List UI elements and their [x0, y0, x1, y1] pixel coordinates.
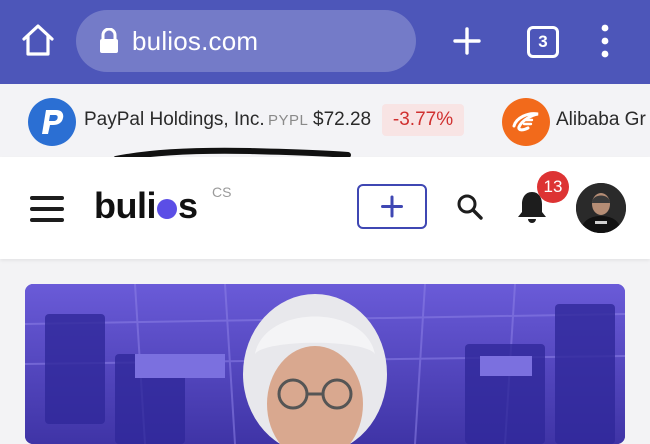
language-badge[interactable]: CS	[212, 184, 231, 200]
site-header: buli s CS 13	[0, 157, 650, 259]
plus-icon[interactable]	[452, 26, 482, 56]
hamburger-icon[interactable]	[30, 196, 64, 222]
article-hero-image[interactable]	[25, 284, 625, 444]
article-hero-image-graphic	[25, 284, 625, 444]
plus-icon	[381, 195, 403, 218]
address-bar[interactable]: bulios.com	[76, 10, 416, 72]
avatar[interactable]	[576, 183, 626, 233]
search-icon[interactable]	[456, 193, 484, 221]
lock-icon	[100, 28, 118, 53]
paypal-logo[interactable]	[28, 98, 76, 146]
browser-toolbar: bulios.com 3	[0, 0, 650, 84]
home-icon[interactable]	[20, 22, 56, 58]
site-logo[interactable]: buli s	[94, 185, 198, 227]
more-vertical-icon[interactable]	[595, 24, 615, 58]
notification-badge: 13	[537, 171, 569, 203]
ticker-price: $72.28	[313, 109, 372, 130]
url-text: bulios.com	[132, 26, 259, 56]
ticker-company-name[interactable]: Alibaba Gr	[556, 109, 646, 131]
ticker-change-badge: -3.77%	[382, 104, 464, 136]
alibaba-logo[interactable]	[502, 98, 550, 146]
ticker-company-name[interactable]: PayPal Holdings, Inc.	[84, 109, 265, 131]
add-button[interactable]	[357, 184, 427, 229]
ticker-symbol: PYPL	[268, 112, 309, 129]
tab-switcher-button[interactable]: 3	[527, 26, 559, 58]
